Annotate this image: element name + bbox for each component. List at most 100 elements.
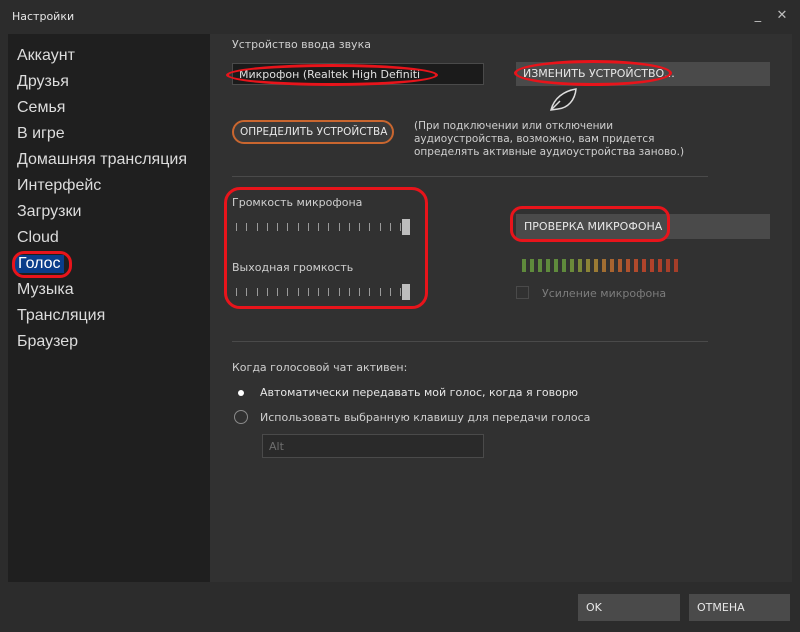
slider-tick [277, 223, 278, 231]
meter-bar [562, 259, 566, 272]
sidebar-item-interface[interactable]: Интерфейс [17, 177, 101, 195]
slider-tick [257, 288, 258, 296]
input-device-select[interactable]: Микрофон (Realtek High Definiti [232, 63, 484, 85]
window-controls: _ ✕ [748, 8, 792, 23]
option-key-label[interactable]: Использовать выбранную клавишу для перед… [260, 411, 590, 424]
sidebar: Аккаунт Друзья Семья В игре Домашняя тра… [8, 34, 210, 582]
meter-bar [554, 259, 558, 272]
slider-tick [400, 223, 401, 231]
sidebar-item-family[interactable]: Семья [17, 99, 65, 117]
sidebar-item-downloads[interactable]: Загрузки [17, 203, 81, 221]
meter-bar [610, 259, 614, 272]
change-device-button[interactable]: ИЗМЕНИТЬ УСТРОЙСТВО... [516, 62, 770, 86]
close-button[interactable]: ✕ [772, 8, 792, 23]
title-bar: Настройки _ ✕ [0, 0, 800, 34]
output-volume-label: Выходная громкость [232, 261, 354, 274]
voice-settings-panel: Устройство ввода звука Микрофон (Realtek… [210, 34, 792, 582]
test-mic-button[interactable]: ПРОВЕРКА МИКРОФОНА [516, 214, 770, 239]
slider-knob[interactable] [402, 219, 410, 235]
minimize-button[interactable]: _ [748, 8, 768, 23]
slider-tick [390, 288, 391, 296]
push-to-talk-key-value: Alt [269, 440, 284, 453]
meter-bar [594, 259, 598, 272]
slider-tick [246, 288, 247, 296]
input-device-label: Устройство ввода звука [232, 38, 371, 51]
slider-tick [298, 288, 299, 296]
slider-tick [318, 288, 319, 296]
slider-tick [328, 223, 329, 231]
meter-bar [530, 259, 534, 272]
detect-devices-note: (При подключении или отключении аудиоуст… [414, 120, 685, 158]
window-title: Настройки [12, 10, 75, 23]
detect-devices-button[interactable]: ОПРЕДЕЛИТЬ УСТРОЙСТВА [232, 120, 394, 144]
mic-volume-slider[interactable] [232, 219, 410, 235]
meter-bar [666, 259, 670, 272]
meter-bar [650, 259, 654, 272]
slider-tick [308, 288, 309, 296]
slider-tick [287, 223, 288, 231]
slider-tick [277, 288, 278, 296]
slider-tick [339, 223, 340, 231]
mouse-cursor-icon [550, 88, 577, 111]
output-volume-slider[interactable] [232, 284, 410, 300]
slider-tick [267, 223, 268, 231]
mic-level-meter [522, 257, 682, 276]
sidebar-item-voice[interactable]: Голос [15, 255, 64, 273]
slider-tick [349, 288, 350, 296]
slider-tick [236, 288, 237, 296]
slider-tick [236, 223, 237, 231]
meter-bar [634, 259, 638, 272]
input-device-value: Микрофон (Realtek High Definiti [239, 68, 421, 81]
meter-bar [674, 259, 678, 272]
sidebar-item-cloud[interactable]: Cloud [17, 229, 59, 247]
push-to-talk-key-field[interactable]: Alt [262, 434, 484, 458]
slider-tick [308, 223, 309, 231]
meter-bar [586, 259, 590, 272]
sidebar-item-friends[interactable]: Друзья [17, 73, 69, 91]
mic-boost-label: Усиление микрофона [542, 287, 667, 300]
slider-tick [359, 223, 360, 231]
dialog-footer: OK ОТМЕНА [0, 582, 800, 632]
ok-button[interactable]: OK [578, 594, 680, 621]
sidebar-item-broadcast[interactable]: Трансляция [17, 307, 105, 325]
meter-bar [578, 259, 582, 272]
slider-tick [349, 223, 350, 231]
slider-tick [246, 223, 247, 231]
option-key-radio[interactable] [234, 410, 248, 424]
slider-tick [339, 288, 340, 296]
meter-bar [546, 259, 550, 272]
slider-knob[interactable] [402, 284, 410, 300]
voice-active-label: Когда голосовой чат активен: [232, 361, 408, 374]
divider [232, 341, 708, 342]
meter-bar [626, 259, 630, 272]
cancel-button[interactable]: ОТМЕНА [689, 594, 790, 621]
sidebar-item-browser[interactable]: Браузер [17, 333, 78, 351]
mic-volume-label: Громкость микрофона [232, 196, 363, 209]
slider-tick [369, 223, 370, 231]
slider-tick [380, 223, 381, 231]
sidebar-item-in-game[interactable]: В игре [17, 125, 65, 143]
meter-bar [658, 259, 662, 272]
slider-tick [400, 288, 401, 296]
divider [232, 176, 708, 177]
slider-tick [257, 223, 258, 231]
option-auto-label[interactable]: Автоматически передавать мой голос, когд… [260, 386, 578, 399]
slider-tick [369, 288, 370, 296]
mic-boost-checkbox[interactable] [516, 286, 529, 299]
meter-bar [642, 259, 646, 272]
slider-tick [318, 223, 319, 231]
sidebar-item-account[interactable]: Аккаунт [17, 47, 75, 65]
slider-tick [298, 223, 299, 231]
sidebar-item-remote-play[interactable]: Домашняя трансляция [17, 151, 187, 169]
option-auto-radio[interactable] [234, 386, 248, 400]
slider-tick [287, 288, 288, 296]
meter-bar [602, 259, 606, 272]
meter-bar [570, 259, 574, 272]
sidebar-item-music[interactable]: Музыка [17, 281, 74, 299]
detect-devices-label: ОПРЕДЕЛИТЬ УСТРОЙСТВА [240, 126, 388, 138]
meter-bar [538, 259, 542, 272]
radio-dot-icon [238, 390, 244, 396]
meter-bar [522, 259, 526, 272]
slider-tick [359, 288, 360, 296]
slider-tick [380, 288, 381, 296]
